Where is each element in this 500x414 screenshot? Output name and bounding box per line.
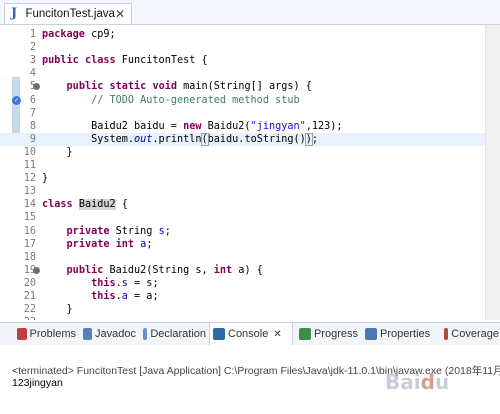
line-number: 22 [23,304,36,316]
code-line[interactable]: 14 class Baidu2 { [0,198,486,211]
code-line[interactable]: 17 private int a; [0,238,486,251]
line-number: 17 [23,238,36,250]
code-line[interactable]: 19 public Baidu2(String s, int a) { [0,264,486,277]
line-number: 7 [29,107,36,119]
code-line[interactable]: 20 this.s = s; [0,277,486,290]
line-number: 15 [23,212,36,224]
code-text: class Baidu2 { [42,199,128,211]
view-tab-bar: Problems Javadoc Declaration Console ✕ Progre… [0,322,500,346]
code-line[interactable]: 4 [0,67,486,80]
line-number: 9 [29,133,36,145]
line-number: 23 [20,316,36,320]
code-line[interactable]: 2 [0,41,486,54]
code-text: } [42,173,49,185]
java-file-icon: J [11,6,18,21]
code-line[interactable]: 7 [0,107,486,120]
problems-icon [17,328,27,340]
code-line[interactable]: 15 [0,211,486,224]
line-number: 1 [29,29,36,40]
editor-vertical-scrollbar[interactable] [485,25,500,320]
tab-label: Javadoc [95,328,136,340]
code-text: // TODO Auto-generated method stub [91,94,300,106]
code-text: public static void main(String[] args) { [66,81,312,93]
code-line[interactable]: 22 } [0,303,486,316]
code-text: private int a; [66,238,153,250]
task-marker-icon[interactable]: ✓ [12,95,21,105]
line-number: 16 [23,225,36,237]
code-line[interactable]: 23 [0,316,486,320]
code-text: } [42,304,73,316]
fold-toggle-icon[interactable] [33,83,40,91]
line-number: 4 [29,68,36,80]
close-icon[interactable]: ✕ [273,329,281,340]
line-number: 8 [29,120,36,132]
editor-tab-title: FuncitonTest.java [25,8,115,20]
editor-tab-funcitontest[interactable]: J FuncitonTest.java ✕ [4,3,132,24]
code-line[interactable]: 12} [0,172,486,185]
code-text: public Baidu2(String s, int a) { [66,264,263,276]
progress-icon [299,328,311,340]
code-line[interactable]: 5 public static void main(String[] args)… [0,80,486,93]
declaration-icon [143,328,148,340]
watermark-logo: Baidu [385,370,450,394]
line-number: 21 [23,291,36,302]
code-text: public class FuncitonTest { [42,55,208,67]
tab-label: Properties [380,328,431,340]
console-output: 123jingyan [12,377,63,389]
code-text: package cp9; [42,29,116,40]
properties-icon [365,328,377,340]
code-line[interactable]: 11 [0,159,486,172]
code-line[interactable]: 9 System.out.println(baidu.toString()); [0,132,486,146]
tab-label: Problems [29,328,76,340]
tab-console[interactable]: Console ✕ [209,323,293,345]
line-number: 10 [23,146,36,158]
code-line[interactable]: 21 this.a = a; [0,290,486,303]
line-number: 3 [29,55,36,67]
code-text: System.out.println(baidu.toString()); [42,132,319,146]
line-number: 2 [29,42,36,54]
line-number: 18 [23,251,36,263]
javadoc-icon [83,328,93,340]
code-text: this.s = s; [91,277,159,289]
code-text: private String s; [66,225,171,237]
line-number: 6 [29,94,36,106]
code-line[interactable]: 16 private String s; [0,225,486,238]
tab-progress[interactable]: Progress [296,323,358,345]
code-text: } [42,146,73,158]
editor-tab-bar: J FuncitonTest.java ✕ [0,0,500,25]
tab-label: Progress [313,328,358,340]
code-line[interactable]: 1 package cp9; [0,28,486,41]
code-line[interactable]: 10 } [0,146,486,159]
line-number: 12 [23,173,36,185]
code-editor[interactable]: 1 package cp9; 2 3 public class FuncitonTest… [0,25,500,320]
tab-label: Console [228,328,269,340]
code-line[interactable]: 3 public class FuncitonTest { [0,54,486,67]
code-line[interactable]: 8 Baidu2 baidu = new Baidu2("jingyan",12… [0,120,486,133]
code-line[interactable]: 13 [0,185,486,198]
code-text: Baidu2 baidu = new Baidu2("jingyan",123)… [42,120,343,132]
coverage-icon [444,328,449,340]
tab-coverage[interactable]: Coverage [441,323,499,345]
code-line[interactable]: 6 // TODO Auto-generated method stub ✓ [0,94,486,107]
line-number: 14 [23,199,36,211]
tab-properties[interactable]: Properties [362,323,438,345]
line-number: 11 [23,160,36,171]
close-icon[interactable]: ✕ [115,7,125,21]
fold-toggle-icon[interactable] [33,266,40,274]
console-icon [213,328,225,340]
tab-problems[interactable]: Problems [14,323,76,345]
line-number: 20 [23,277,36,289]
code-line[interactable]: 18 [0,251,486,264]
tab-label: Declaration [150,328,206,340]
tab-label: Coverage [451,328,499,340]
tab-javadoc[interactable]: Javadoc [80,323,136,345]
tab-declaration[interactable]: Declaration [140,323,206,345]
line-number: 13 [23,186,36,198]
code-text: this.a = a; [91,291,159,302]
